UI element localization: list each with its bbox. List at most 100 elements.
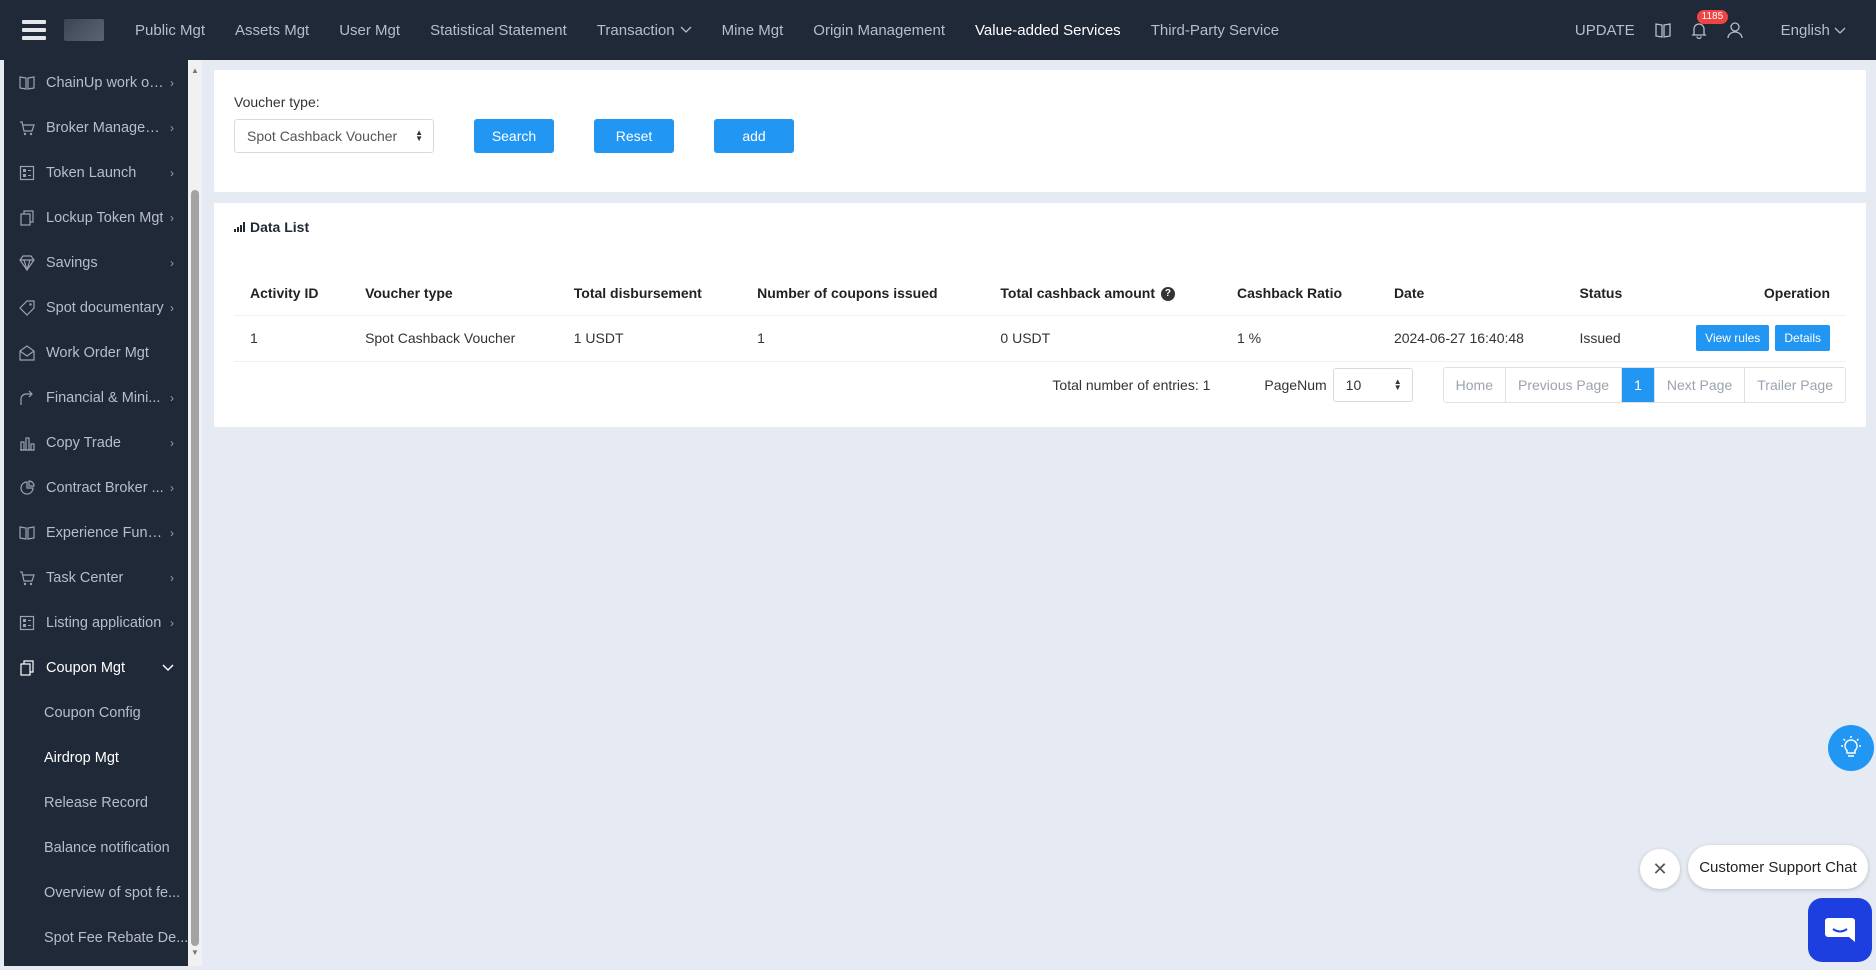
- sidebar-item-label: Listing application: [46, 614, 162, 631]
- voucher-type-select[interactable]: Spot Cashback Voucher ▲ ▼: [234, 119, 434, 153]
- book-icon[interactable]: [1653, 20, 1673, 40]
- next-page-button[interactable]: Next Page: [1655, 368, 1746, 402]
- chevron-right-icon: ›: [170, 570, 174, 585]
- column-header: Cashback Ratio: [1220, 271, 1378, 316]
- search-button[interactable]: Search: [474, 119, 554, 153]
- chat-icon[interactable]: [1808, 898, 1872, 962]
- sidebar-item-spot-documentary[interactable]: Spot documentary ›: [4, 285, 188, 330]
- sidebar-item-token-launch[interactable]: Token Launch ›: [4, 150, 188, 195]
- column-header: Date: [1377, 271, 1564, 316]
- cell-activity-id: 1: [234, 315, 350, 362]
- total-entries-label: Total number of entries:: [1052, 377, 1199, 393]
- cell-total-disbursement: 1 USDT: [557, 315, 742, 362]
- sidebar-sub-overview-spot-fee[interactable]: Overview of spot fe...: [4, 870, 188, 915]
- sidebar-item-label: Work Order Mgt: [46, 344, 149, 361]
- cell-operation: View rules Details: [1649, 315, 1846, 362]
- chevron-right-icon: ›: [170, 435, 174, 450]
- data-list-panel: Data List Activity ID Voucher type Total…: [214, 203, 1866, 427]
- copy-icon: [18, 659, 36, 677]
- sidebar-item-financial-mining[interactable]: Financial & Mini... ›: [4, 375, 188, 420]
- chevron-right-icon: ›: [170, 390, 174, 405]
- language-select[interactable]: English: [1781, 22, 1846, 39]
- scroll-up-icon[interactable]: ▲: [191, 66, 199, 75]
- logo[interactable]: [64, 19, 104, 41]
- user-icon[interactable]: [1725, 20, 1745, 40]
- top-navbar: Public Mgt Assets Mgt User Mgt Statistic…: [0, 0, 1876, 60]
- nav-label: Statistical Statement: [430, 21, 567, 39]
- cell-date: 2024-06-27 16:40:48: [1377, 315, 1564, 362]
- sidebar-item-contract-broker[interactable]: Contract Broker ... ›: [4, 465, 188, 510]
- sidebar-item-label: Experience Fundi...: [46, 524, 164, 541]
- sidebar-item-savings[interactable]: Savings ›: [4, 240, 188, 285]
- close-icon[interactable]: ✕: [1640, 849, 1680, 889]
- sidebar-item-copy-trade[interactable]: Copy Trade ›: [4, 420, 188, 465]
- nav-label: Public Mgt: [135, 21, 206, 39]
- column-header: Number of coupons issued: [741, 271, 985, 316]
- sidebar-sub-spot-fee-rebate[interactable]: Spot Fee Rebate De...: [4, 915, 188, 960]
- nav-third-party-service[interactable]: Third-Party Service: [1136, 0, 1294, 60]
- update-link[interactable]: UPDATE: [1575, 22, 1635, 39]
- total-entries-value: 1: [1202, 377, 1211, 393]
- view-rules-button[interactable]: View rules: [1696, 325, 1770, 351]
- sidebar-item-listing-application[interactable]: Listing application ›: [4, 600, 188, 645]
- nav-origin-management[interactable]: Origin Management: [798, 0, 960, 60]
- sidebar-item-coupon-mgt[interactable]: Coupon Mgt: [4, 645, 188, 690]
- sidebar-item-lockup-token-mgt[interactable]: Lockup Token Mgt ›: [4, 195, 188, 240]
- sidebar-scrollbar[interactable]: ▲ ▼: [188, 60, 202, 966]
- sidebar-item-chainup-work-order[interactable]: ChainUp work or... ›: [4, 60, 188, 105]
- diamond-icon: [18, 254, 36, 272]
- sidebar: ChainUp work or... › Broker Managem... › T…: [4, 60, 188, 966]
- pagenum-select[interactable]: 10 ▲ ▼: [1332, 368, 1413, 402]
- nav-transaction[interactable]: Transaction: [582, 0, 707, 60]
- sidebar-item-label: Contract Broker ...: [46, 479, 164, 496]
- customer-support-chat-bubble[interactable]: Customer Support Chat: [1688, 845, 1868, 889]
- nav-mine-mgt[interactable]: Mine Mgt: [707, 0, 799, 60]
- nav-assets-mgt[interactable]: Assets Mgt: [220, 0, 324, 60]
- current-page-button[interactable]: 1: [1622, 368, 1655, 402]
- grid-icon: [18, 164, 36, 182]
- lightbulb-icon[interactable]: [1828, 725, 1874, 771]
- sidebar-item-label: Token Launch: [46, 164, 137, 181]
- nav-value-added-services[interactable]: Value-added Services: [960, 0, 1136, 60]
- home-page-button[interactable]: Home: [1444, 368, 1507, 402]
- sidebar-sub-balance-notification[interactable]: Balance notification: [4, 825, 188, 870]
- chevron-right-icon: ›: [170, 255, 174, 270]
- grid-icon: [18, 614, 36, 632]
- cell-total-cashback: 0 USDT: [984, 315, 1221, 362]
- sidebar-item-broker-management[interactable]: Broker Managem... ›: [4, 105, 188, 150]
- chevron-down-icon: [162, 661, 174, 675]
- scroll-thumb[interactable]: [191, 190, 199, 946]
- nav-statistical-statement[interactable]: Statistical Statement: [415, 0, 582, 60]
- trailer-page-button[interactable]: Trailer Page: [1745, 368, 1845, 402]
- table-row: 1 Spot Cashback Voucher 1 USDT 1 0 USDT …: [234, 315, 1846, 362]
- bell-icon[interactable]: 1185: [1689, 10, 1729, 40]
- data-list-title: Data List: [234, 219, 309, 235]
- copy-icon: [18, 209, 36, 227]
- menu-toggle-icon[interactable]: [22, 20, 46, 40]
- chevron-right-icon: ›: [170, 525, 174, 540]
- sidebar-item-label: Financial & Mini...: [46, 389, 161, 406]
- data-list-title-text: Data List: [250, 219, 310, 235]
- book-icon: [18, 74, 36, 92]
- previous-page-button[interactable]: Previous Page: [1506, 368, 1623, 402]
- nav-public-mgt[interactable]: Public Mgt: [120, 0, 220, 60]
- nav-user-mgt[interactable]: User Mgt: [324, 0, 415, 60]
- help-icon[interactable]: ?: [1160, 286, 1175, 301]
- reset-button[interactable]: Reset: [594, 119, 674, 153]
- select-caret-icon: ▲ ▼: [1393, 377, 1402, 392]
- chart-icon: [18, 434, 36, 452]
- page-buttons: Home Previous Page 1 Next Page Trailer P…: [1442, 367, 1846, 403]
- details-button[interactable]: Details: [1775, 325, 1830, 351]
- sidebar-item-work-order-mgt[interactable]: Work Order Mgt: [4, 330, 188, 375]
- pagenum-value: 10: [1345, 377, 1362, 393]
- column-header-total-cashback: Total cashback amount?: [984, 271, 1221, 316]
- pagination: Total number of entries: 1 PageNum 10 ▲ ▼…: [1052, 367, 1846, 403]
- sidebar-sub-airdrop-mgt[interactable]: Airdrop Mgt: [4, 735, 188, 780]
- sidebar-sub-coupon-config[interactable]: Coupon Config: [4, 690, 188, 735]
- sidebar-item-task-center[interactable]: Task Center ›: [4, 555, 188, 600]
- sidebar-sub-release-record[interactable]: Release Record: [4, 780, 188, 825]
- scroll-down-icon[interactable]: ▼: [191, 948, 199, 957]
- sidebar-item-experience-funding[interactable]: Experience Fundi... ›: [4, 510, 188, 555]
- add-button[interactable]: add: [714, 119, 794, 153]
- share-icon: [18, 389, 36, 407]
